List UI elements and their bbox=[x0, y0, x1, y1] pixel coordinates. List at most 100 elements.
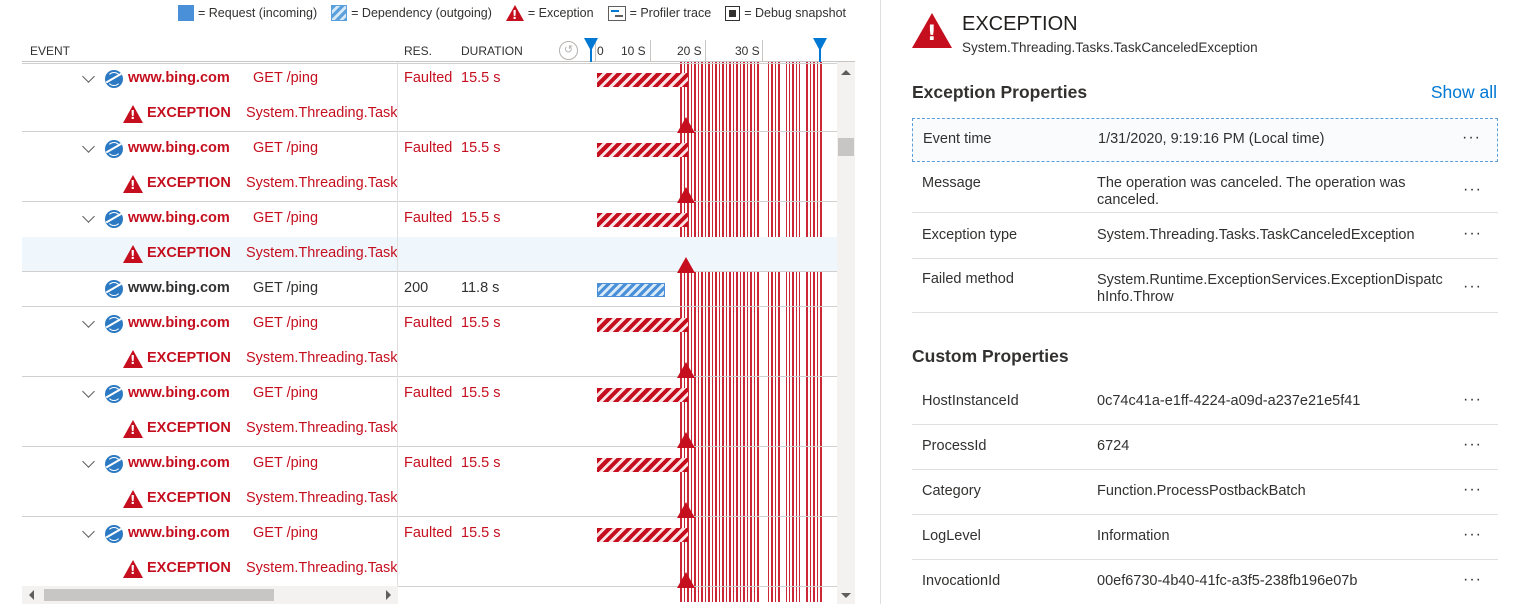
property-row-failed-method[interactable]: Failed method System.Runtime.ExceptionSe… bbox=[912, 259, 1498, 313]
dependency-row[interactable]: www.bing.com GET /ping 200 11.8 s bbox=[22, 272, 837, 307]
property-row-event-time[interactable]: Event time 1/31/2020, 9:19:16 PM (Local … bbox=[912, 118, 1498, 162]
property-row-hostinstanceid[interactable]: HostInstanceId 0c74c41a-e1ff-4224-a09d-a… bbox=[912, 380, 1498, 425]
timeline-bar[interactable] bbox=[597, 213, 688, 227]
timeline-bar[interactable] bbox=[597, 458, 688, 472]
tick-label: 10 S bbox=[621, 44, 646, 58]
scroll-left-icon[interactable] bbox=[29, 590, 34, 600]
exception-row[interactable]: EXCEPTION System.Threading.Task bbox=[22, 412, 837, 448]
property-row-loglevel[interactable]: LogLevel Information ··· bbox=[912, 515, 1498, 560]
expand-chevron-icon[interactable] bbox=[82, 210, 95, 223]
scroll-up-icon[interactable] bbox=[841, 70, 851, 75]
dependency-host: www.bing.com bbox=[128, 385, 230, 401]
exception-row[interactable]: EXCEPTION System.Threading.Task bbox=[22, 167, 837, 203]
dependency-row[interactable]: www.bing.com GET /ping Faulted 15.5 s bbox=[22, 62, 837, 97]
more-options-icon[interactable]: ··· bbox=[1463, 526, 1482, 544]
dependency-method: GET /ping bbox=[253, 70, 319, 86]
property-row-invocationid[interactable]: InvocationId 00ef6730-4b40-41fc-a3f5-238… bbox=[912, 560, 1498, 604]
expand-chevron-icon[interactable] bbox=[82, 455, 95, 468]
vertical-scrollbar[interactable] bbox=[837, 62, 855, 604]
expand-chevron-icon[interactable] bbox=[82, 525, 95, 538]
more-options-icon[interactable]: ··· bbox=[1463, 481, 1482, 499]
exception-label: EXCEPTION bbox=[147, 175, 231, 191]
exception-label: EXCEPTION bbox=[147, 420, 231, 436]
timeline-bar[interactable] bbox=[597, 388, 688, 402]
more-options-icon[interactable]: ··· bbox=[1463, 436, 1482, 454]
more-options-icon[interactable]: ··· bbox=[1463, 278, 1482, 296]
exception-row[interactable]: EXCEPTION System.Threading.Task bbox=[22, 552, 837, 588]
globe-icon bbox=[105, 210, 123, 228]
exception-row[interactable]: EXCEPTION System.Threading.Task bbox=[22, 482, 837, 518]
timeline-exception-icon[interactable] bbox=[677, 117, 695, 133]
timeline-exception-icon[interactable] bbox=[677, 257, 695, 273]
range-end-line bbox=[819, 48, 821, 62]
property-key: HostInstanceId bbox=[922, 393, 1019, 409]
exception-type: System.Threading.Task bbox=[246, 105, 398, 121]
dependency-row[interactable]: www.bing.com GET /ping Faulted 15.5 s bbox=[22, 132, 837, 167]
event-list: GET /ping www.bing.com GET /ping Faulted 15… bbox=[22, 62, 837, 590]
timeline-exception-icon[interactable] bbox=[677, 572, 695, 588]
column-divider[interactable] bbox=[397, 62, 398, 600]
property-key: ProcessId bbox=[922, 438, 987, 454]
expand-chevron-icon[interactable] bbox=[82, 140, 95, 153]
timeline-bar[interactable] bbox=[597, 283, 665, 297]
timeline-bar[interactable] bbox=[597, 143, 688, 157]
column-header-event[interactable]: EVENT bbox=[30, 44, 70, 58]
timeline-exception-icon[interactable] bbox=[677, 187, 695, 203]
timeline-exception-icon[interactable] bbox=[677, 432, 695, 448]
property-value: System.Runtime.ExceptionServices.Excepti… bbox=[1097, 272, 1443, 305]
more-options-icon[interactable]: ··· bbox=[1463, 181, 1482, 199]
timeline-exception-icon[interactable] bbox=[677, 502, 695, 518]
exception-row[interactable]: EXCEPTION System.Threading.Task bbox=[22, 97, 837, 133]
exception-type: System.Threading.Task bbox=[246, 490, 398, 506]
dependency-host: www.bing.com bbox=[128, 210, 230, 226]
dependency-host: www.bing.com bbox=[128, 70, 230, 86]
dependency-host: www.bing.com bbox=[128, 280, 230, 296]
timeline-bar[interactable] bbox=[597, 528, 688, 542]
timeline-bar[interactable] bbox=[597, 318, 688, 332]
dependency-row[interactable]: www.bing.com GET /ping Faulted 15.5 s bbox=[22, 377, 837, 412]
reset-zoom-icon[interactable]: ↺ bbox=[559, 41, 578, 60]
exception-row[interactable]: EXCEPTION System.Threading.Task bbox=[22, 237, 837, 273]
expand-chevron-icon[interactable] bbox=[82, 385, 95, 398]
scroll-down-icon[interactable] bbox=[841, 593, 851, 598]
timeline-exception-icon[interactable] bbox=[677, 362, 695, 378]
expand-chevron-icon[interactable] bbox=[82, 70, 95, 83]
exception-icon bbox=[123, 560, 143, 578]
more-options-icon[interactable]: ··· bbox=[1463, 391, 1482, 409]
dependency-host: www.bing.com bbox=[128, 315, 230, 331]
horizontal-scrollbar-thumb[interactable] bbox=[44, 589, 274, 601]
dependency-row[interactable]: www.bing.com GET /ping Faulted 15.5 s bbox=[22, 517, 837, 552]
duration-value: 15.5 s bbox=[461, 70, 501, 86]
more-options-icon[interactable]: ··· bbox=[1463, 225, 1482, 243]
property-value: Function.ProcessPostbackBatch bbox=[1097, 483, 1306, 499]
property-row-category[interactable]: Category Function.ProcessPostbackBatch ·… bbox=[912, 470, 1498, 515]
scroll-right-icon[interactable] bbox=[386, 590, 391, 600]
vertical-scrollbar-thumb[interactable] bbox=[838, 138, 854, 156]
column-header-duration[interactable]: DURATION bbox=[461, 44, 523, 58]
property-row-exception-type[interactable]: Exception type System.Threading.Tasks.Ta… bbox=[912, 213, 1498, 259]
property-key: Event time bbox=[923, 131, 992, 147]
exception-row[interactable]: EXCEPTION System.Threading.Task bbox=[22, 342, 837, 378]
tick-line bbox=[762, 40, 763, 62]
dependency-row[interactable]: www.bing.com GET /ping Faulted 15.5 s bbox=[22, 202, 837, 237]
dependency-row[interactable]: www.bing.com GET /ping Faulted 15.5 s bbox=[22, 307, 837, 342]
property-row-message[interactable]: Message The operation was canceled. The … bbox=[912, 163, 1498, 213]
property-value: System.Threading.Tasks.TaskCanceledExcep… bbox=[1097, 227, 1415, 243]
result-code: Faulted bbox=[404, 315, 453, 331]
tick-label: 30 S bbox=[735, 44, 760, 58]
more-options-icon[interactable]: ··· bbox=[1462, 129, 1481, 147]
show-all-link[interactable]: Show all bbox=[1431, 82, 1497, 103]
dependency-row[interactable]: www.bing.com GET /ping Faulted 15.5 s bbox=[22, 447, 837, 482]
panel-subtitle: System.Threading.Tasks.TaskCanceledExcep… bbox=[962, 40, 1258, 55]
result-code: Faulted bbox=[404, 455, 453, 471]
timeline-bar[interactable] bbox=[597, 73, 688, 87]
property-row-processid[interactable]: ProcessId 6724 ··· bbox=[912, 425, 1498, 470]
legend-request: = Request (incoming) bbox=[178, 5, 317, 21]
more-options-icon[interactable]: ··· bbox=[1463, 571, 1482, 589]
expand-chevron-icon[interactable] bbox=[82, 315, 95, 328]
exception-type: System.Threading.Task bbox=[246, 420, 398, 436]
column-header-res[interactable]: RES. bbox=[404, 44, 432, 58]
horizontal-scrollbar[interactable] bbox=[22, 586, 398, 604]
legend-profiler-label: = Profiler trace bbox=[629, 6, 712, 20]
dependency-method: GET /ping bbox=[253, 140, 319, 156]
